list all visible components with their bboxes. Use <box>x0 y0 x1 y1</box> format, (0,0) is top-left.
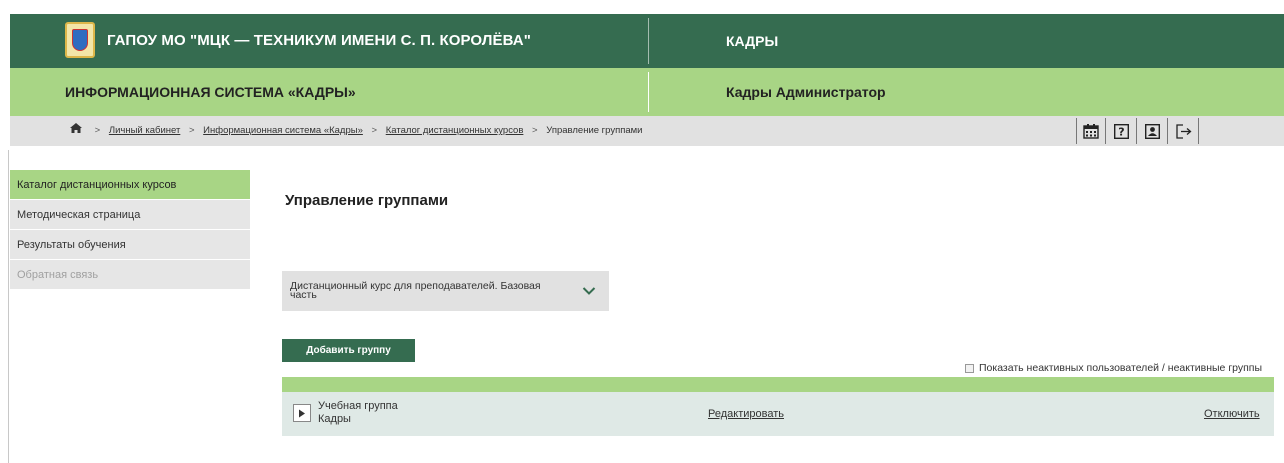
logout-icon[interactable] <box>1169 118 1199 144</box>
group-type: Учебная группа <box>318 400 398 412</box>
home-icon[interactable] <box>70 116 82 133</box>
breadcrumb-separator: > <box>371 125 378 136</box>
breadcrumb-link-cabinet[interactable]: Личный кабинет <box>109 125 180 136</box>
groups-table-header <box>282 377 1274 392</box>
header-divider <box>648 18 649 64</box>
course-select[interactable]: Дистанционный курс для преподавателей. Б… <box>282 271 609 311</box>
show-inactive-label: Показать неактивных пользователей / неак… <box>979 362 1263 374</box>
show-inactive-toggle[interactable]: Показать неактивных пользователей / неак… <box>965 362 1262 374</box>
svg-text:?: ? <box>1118 125 1124 138</box>
system-bar: ИНФОРМАЦИОННАЯ СИСТЕМА «КАДРЫ» Кадры Адм… <box>10 68 1284 116</box>
course-select-value: Дистанционный курс для преподавателей. Б… <box>290 280 541 301</box>
breadcrumb-bar: > Личный кабинет > Информационная систем… <box>10 116 1284 146</box>
sidebar-item-course-catalog[interactable]: Каталог дистанционных курсов <box>10 170 250 200</box>
profile-icon[interactable] <box>1138 118 1168 144</box>
sidebar-menu: Каталог дистанционных курсов Методическа… <box>10 170 250 290</box>
breadcrumb-link-system[interactable]: Информационная система «Кадры» <box>203 125 363 136</box>
sidebar-item-feedback: Обратная связь <box>10 260 250 290</box>
page-title: Управление группами <box>285 192 449 209</box>
help-icon[interactable]: ? <box>1107 118 1137 144</box>
left-border-line <box>8 150 9 463</box>
table-row: Учебная группа Кадры Редактировать Отклю… <box>282 392 1274 436</box>
sidebar-item-methodical-page[interactable]: Методическая страница <box>10 200 250 230</box>
add-group-button[interactable]: Добавить группу <box>282 339 415 362</box>
system-name: ИНФОРМАЦИОННАЯ СИСТЕМА «КАДРЫ» <box>65 84 356 100</box>
section-title: КАДРЫ <box>726 33 779 49</box>
chevron-down-icon <box>582 287 596 295</box>
breadcrumb-separator: > <box>188 125 195 136</box>
organization-name[interactable]: ГАПОУ МО "МЦК — ТЕХНИКУМ ИМЕНИ С. П. КОР… <box>107 14 531 68</box>
system-bar-divider <box>648 72 649 112</box>
group-name: Учебная группа Кадры <box>318 400 398 426</box>
emblem-shield-icon <box>72 29 88 51</box>
group-title: Кадры <box>318 413 351 425</box>
disable-group-link[interactable]: Отключить <box>1204 408 1260 420</box>
top-header-bar: ГАПОУ МО "МЦК — ТЕХНИКУМ ИМЕНИ С. П. КОР… <box>10 14 1284 68</box>
breadcrumb-link-catalog[interactable]: Каталог дистанционных курсов <box>386 125 524 136</box>
breadcrumb-current: Управление группами <box>546 125 643 136</box>
calendar-icon[interactable] <box>1076 118 1106 144</box>
breadcrumb-separator: > <box>532 125 538 136</box>
edit-group-link[interactable]: Редактировать <box>708 408 784 420</box>
breadcrumb: > Личный кабинет > Информационная систем… <box>70 116 643 146</box>
organization-logo-icon[interactable] <box>65 22 95 58</box>
user-role: Кадры Администратор <box>726 84 886 100</box>
sidebar-item-learning-results[interactable]: Результаты обучения <box>10 230 250 260</box>
show-inactive-checkbox[interactable] <box>965 363 974 373</box>
breadcrumb-separator: > <box>94 125 101 136</box>
expand-row-button[interactable] <box>293 404 311 422</box>
caret-right-icon <box>299 409 305 417</box>
